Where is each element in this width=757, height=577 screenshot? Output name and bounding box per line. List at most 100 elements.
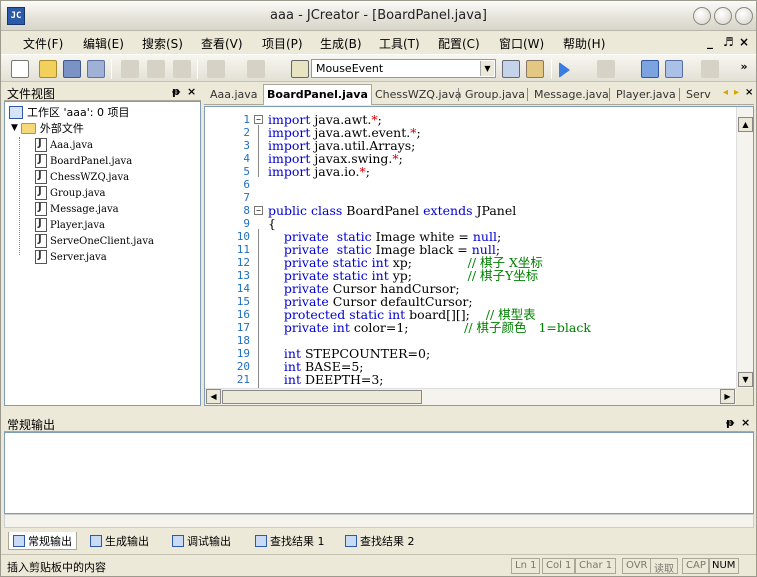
tab-chesswzq-java[interactable]: ChessWZQ.java — [372, 85, 465, 104]
tree-file-label: ServeOneClient.java — [50, 235, 154, 247]
tab-build-output[interactable]: 生成输出 — [86, 532, 153, 550]
tab-debug-output[interactable]: 调试输出 — [168, 532, 235, 550]
tree-workspace-label: 工作区 'aaa': 0 项目 — [27, 106, 130, 119]
fold-toggle-icon[interactable]: − — [254, 206, 263, 215]
scroll-up-icon[interactable]: ▲ — [738, 117, 753, 132]
code-area[interactable]: 1 2 3 4 5 6 7 8 9 10 11 12 13 14 15 16 17 18 19 20 21 − impor… — [208, 111, 738, 389]
menu-search[interactable]: 搜索(S) — [142, 35, 183, 52]
status-line: Ln 1 — [511, 558, 541, 574]
tab-find-results-1[interactable]: 查找结果 1 — [251, 532, 329, 550]
output-pin-icon[interactable]: ᵽ — [726, 416, 734, 429]
undo-icon[interactable] — [207, 60, 225, 78]
code-line-8: public class BoardPanel extends JPanel — [268, 203, 517, 218]
toolbar-overflow-icon[interactable]: » — [735, 60, 753, 78]
chevron-down-icon[interactable]: ▼ — [480, 61, 494, 76]
tab-close-icon[interactable]: × — [745, 87, 753, 98]
status-read-only: 读取 — [650, 558, 678, 575]
file-view-close-icon[interactable]: × — [187, 85, 196, 98]
scroll-right-icon[interactable]: ▶ — [720, 389, 735, 404]
java-file-icon — [35, 138, 47, 152]
tree-file[interactable]: Player.java — [35, 217, 105, 233]
close-button[interactable] — [735, 7, 753, 25]
status-message: 插入剪贴板中的内容 — [7, 561, 106, 574]
tree-file[interactable]: Group.java — [35, 185, 105, 201]
tree-file[interactable]: Server.java — [35, 249, 107, 265]
tab-boardpanel-java[interactable]: BoardPanel.java — [263, 84, 372, 105]
code-editor[interactable]: 1 2 3 4 5 6 7 8 9 10 11 12 13 14 15 16 17 18 19 20 21 − impor… — [204, 106, 754, 406]
menu-project[interactable]: 项目(P) — [262, 35, 303, 52]
line-number: 19 — [236, 347, 250, 360]
maximize-button[interactable] — [714, 7, 732, 25]
tree-connector — [19, 137, 20, 255]
find-combo-input[interactable]: MouseEvent ▼ — [311, 59, 496, 78]
save-all-icon[interactable] — [87, 60, 105, 78]
tab-scroll-right-icon[interactable]: ▸ — [734, 87, 739, 98]
menu-edit[interactable]: 编辑(E) — [83, 35, 124, 52]
tree-file[interactable]: ChessWZQ.java — [35, 169, 129, 185]
output-text-area[interactable] — [4, 432, 754, 514]
replace-icon[interactable] — [526, 60, 544, 78]
open-folder-icon[interactable] — [39, 60, 57, 78]
fold-guide — [258, 125, 259, 177]
menu-view[interactable]: 查看(V) — [201, 35, 243, 52]
tab-serv-java[interactable]: Serv — [683, 85, 714, 104]
tab-player-java[interactable]: Player.java — [613, 85, 679, 104]
title-bar[interactable]: JC aaa - JCreator - [BoardPanel.java] — [1, 1, 756, 31]
save-icon[interactable] — [63, 60, 81, 78]
tab-find-results-2[interactable]: 查找结果 2 — [341, 532, 419, 550]
tree-workspace[interactable]: 工作区 'aaa': 0 项目 — [9, 104, 129, 120]
tree-folder-external[interactable]: ▼ 外部文件 — [11, 120, 84, 136]
copy-icon[interactable] — [147, 60, 165, 78]
menu-help[interactable]: 帮助(H) — [563, 35, 605, 52]
tree-file-label: ChessWZQ.java — [50, 171, 130, 183]
minimize-button[interactable] — [693, 7, 711, 25]
mdi-minimize-button[interactable]: _ — [707, 35, 713, 49]
redo-icon[interactable] — [247, 60, 265, 78]
run-icon[interactable] — [559, 62, 570, 78]
mdi-restore-button[interactable]: ♬ — [723, 35, 734, 49]
find-in-files-icon[interactable] — [502, 60, 520, 78]
editor-horizontal-scrollbar[interactable]: ◀ ▶ — [205, 388, 737, 405]
code-line-17: private int color=1; // 棋子颜色 1=black — [283, 320, 591, 335]
compile-icon[interactable] — [665, 60, 683, 78]
fold-toggle-icon[interactable]: − — [254, 115, 263, 124]
mdi-close-button[interactable]: × — [739, 35, 749, 49]
output-horizontal-scrollbar[interactable] — [4, 514, 754, 528]
tree-file[interactable]: ServeOneClient.java — [35, 233, 154, 249]
tree-file[interactable]: Aaa.java — [35, 137, 93, 153]
toolbar: MouseEvent ▼ » — [1, 54, 756, 82]
line-number: 11 — [236, 243, 250, 256]
java-file-icon — [35, 186, 47, 200]
fold-guide — [258, 229, 259, 389]
menu-window[interactable]: 窗口(W) — [499, 35, 544, 52]
output-close-icon[interactable]: × — [741, 416, 750, 429]
tree-file[interactable]: BoardPanel.java — [35, 153, 132, 169]
build-icon[interactable] — [641, 60, 659, 78]
tab-scroll-left-icon[interactable]: ◂ — [723, 87, 728, 98]
cut-icon[interactable] — [121, 60, 139, 78]
menu-tools[interactable]: 工具(T) — [379, 35, 420, 52]
tree-file[interactable]: Message.java — [35, 201, 119, 217]
tool-icon[interactable] — [701, 60, 719, 78]
tab-aaa-java[interactable]: Aaa.java — [207, 85, 261, 104]
line-number: 17 — [236, 321, 250, 334]
scroll-left-icon[interactable]: ◀ — [206, 389, 221, 404]
debug-icon[interactable] — [597, 60, 615, 78]
binoculars-find-icon[interactable] — [291, 60, 309, 78]
tab-general-output[interactable]: 常规输出 — [8, 532, 77, 550]
status-numlock: NUM — [708, 558, 740, 574]
menu-file[interactable]: 文件(F) — [23, 35, 63, 52]
menu-build[interactable]: 生成(B) — [320, 35, 362, 52]
expand-arrow-icon[interactable]: ▼ — [11, 123, 18, 133]
horizontal-scroll-thumb[interactable] — [222, 390, 422, 404]
paste-icon[interactable] — [173, 60, 191, 78]
new-file-icon[interactable] — [11, 60, 29, 78]
editor-vertical-scrollbar[interactable]: ▲ ▼ — [736, 107, 753, 389]
tab-group-java[interactable]: Group.java — [462, 85, 528, 104]
scroll-corner — [736, 388, 753, 405]
file-view-pin-icon[interactable]: ᵽ — [172, 85, 180, 98]
scroll-down-icon[interactable]: ▼ — [738, 372, 753, 387]
tab-message-java[interactable]: Message.java — [531, 85, 612, 104]
line-number: 10 — [236, 230, 250, 243]
menu-configure[interactable]: 配置(C) — [438, 35, 480, 52]
